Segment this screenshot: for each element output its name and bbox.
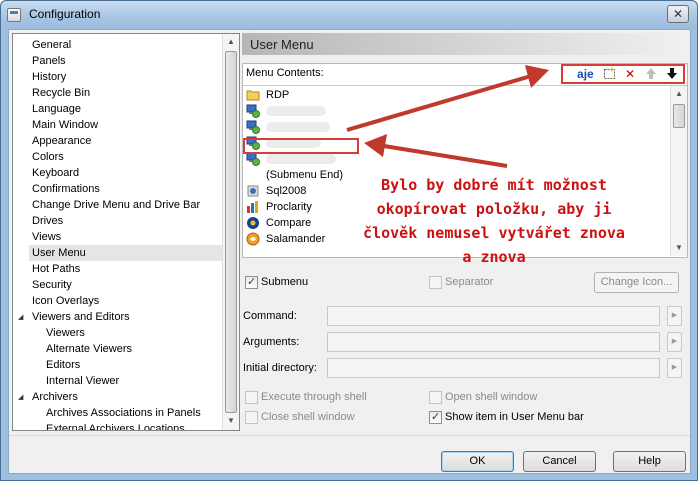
app-icon — [7, 8, 21, 22]
command-label: Command: — [243, 310, 297, 322]
separator-label: Separator — [445, 276, 494, 288]
annotation-line: okopírovat položku, aby ji — [376, 200, 612, 218]
initial-directory-arrow-icon[interactable]: ▶ — [667, 358, 682, 378]
show-in-user-menu-bar-label: Show item in User Menu bar — [445, 411, 584, 423]
command-field[interactable] — [327, 306, 660, 326]
close-shell-window-checkbox[interactable] — [245, 411, 258, 424]
change-icon-button[interactable]: Change Icon... — [594, 272, 679, 293]
title-bar[interactable]: Configuration ✕ — [1, 1, 697, 29]
close-button[interactable]: ✕ — [667, 5, 689, 23]
annotation-line: člověk nemusel vytvářet znova — [363, 224, 625, 242]
execute-through-shell-label: Execute through shell — [261, 391, 367, 403]
open-shell-window-label: Open shell window — [445, 391, 538, 403]
close-shell-window-label: Close shell window — [261, 411, 355, 423]
annotation-line: Bylo by dobré mít možnost — [381, 176, 607, 194]
arguments-label: Arguments: — [243, 336, 300, 348]
annotation-text: Bylo by dobré mít možnost okopírovat pol… — [349, 173, 639, 269]
footer-separator — [9, 435, 690, 436]
ok-button[interactable]: OK — [441, 451, 514, 472]
open-shell-window-checkbox[interactable] — [429, 391, 442, 404]
dialog-body: General Panels History Recycle Bin Language M… — [8, 29, 691, 474]
arguments-arrow-icon[interactable]: ▶ — [667, 332, 682, 352]
arguments-field[interactable] — [327, 332, 660, 352]
show-in-user-menu-bar-checkbox[interactable] — [429, 410, 442, 424]
help-button[interactable]: Help — [613, 451, 686, 472]
initial-directory-field[interactable] — [327, 358, 660, 378]
separator-checkbox[interactable] — [429, 276, 442, 289]
command-arrow-icon[interactable]: ▶ — [667, 306, 682, 326]
submenu-label: Submenu — [261, 276, 309, 288]
configuration-window: Configuration ✕ General Panels History Recy… — [0, 0, 698, 481]
annotation-line: a znova — [462, 248, 526, 266]
initial-directory-label: Initial directory: — [243, 362, 317, 374]
window-title: Configuration — [29, 7, 101, 21]
execute-through-shell-checkbox[interactable] — [245, 391, 258, 404]
submenu-checkbox[interactable] — [245, 275, 258, 289]
cancel-button[interactable]: Cancel — [523, 451, 596, 472]
